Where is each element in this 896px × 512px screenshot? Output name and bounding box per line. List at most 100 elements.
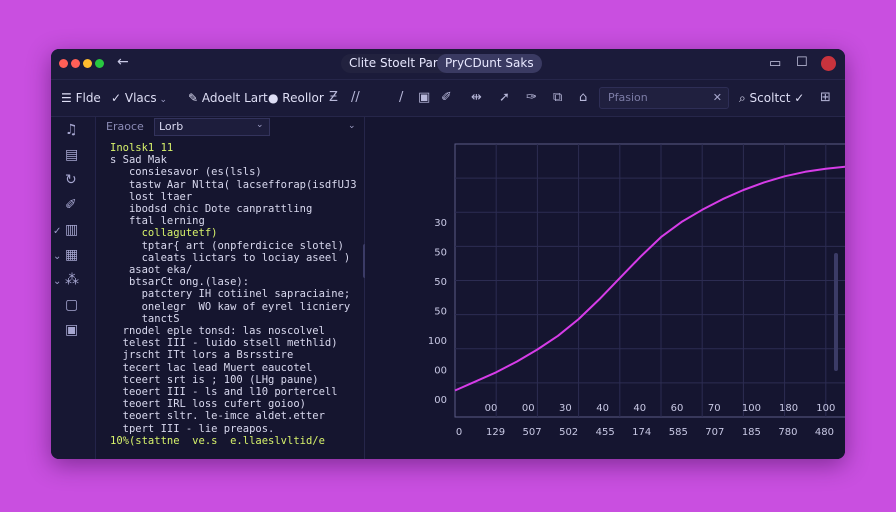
code-line: tanctS xyxy=(110,312,180,325)
text-tool-icon[interactable]: Ƶ xyxy=(329,89,338,107)
collection-icon[interactable]: ▥ xyxy=(65,222,78,238)
refresh-icon[interactable]: ↻ xyxy=(65,172,77,188)
code-line: ibodsd chic Dote canprattling xyxy=(110,203,313,215)
x-tick-label-top: 00 xyxy=(485,403,498,414)
x-tick-label-top: 30 xyxy=(559,403,572,414)
line-tool-icon[interactable]: / xyxy=(399,89,403,107)
code-line: onelegr WO kaw of eyrel licniery xyxy=(110,300,351,313)
file-menu[interactable]: ☰ Flde xyxy=(61,89,101,107)
y-tick-label: 50 xyxy=(434,248,447,259)
check-icon: ✓ xyxy=(790,91,805,105)
code-line: collagutetf) xyxy=(110,227,218,240)
code-line: patctery IH cotiinel sapraciaine; xyxy=(110,288,351,301)
code-line: tptar{ art (onpferdicice slotel) xyxy=(110,239,344,252)
music-icon[interactable]: ♫ xyxy=(65,122,78,138)
code-line: s Sad Mak xyxy=(110,154,167,167)
code-line: rnodel eple tonsd: las noscolvel xyxy=(110,325,325,337)
search-field[interactable]: Pfasion ✕ xyxy=(599,87,729,109)
italic-tool-icon[interactable]: // xyxy=(351,89,360,107)
chevron-down-icon: ⌄ xyxy=(156,95,168,105)
y-tick-label: 00 xyxy=(434,366,447,377)
editor-file-select[interactable]: Lorb xyxy=(154,118,270,136)
code-editor[interactable]: Eraoce Lorb ⌄ ⌄ Inolsk1 11 s Sad Mak cons… xyxy=(96,117,365,459)
arrows-icon[interactable]: ⇹ xyxy=(471,89,482,107)
home-icon[interactable]: ⌂ xyxy=(579,89,587,107)
y-tick-label: 100 xyxy=(428,336,447,347)
reflow-tool[interactable]: ● Reollor xyxy=(268,89,324,107)
code-line: btsarCt ong.(lase): xyxy=(110,276,250,289)
chevron-down-icon[interactable]: ⌄ xyxy=(348,121,356,131)
chevron-icon[interactable]: ✓ xyxy=(53,226,61,237)
x-tick-label-bottom: 480 xyxy=(815,427,834,438)
code-line: caleats lictars to lociay aseel ) xyxy=(110,251,351,264)
code-line: consiesavor (es(lsls) xyxy=(110,166,262,179)
minimize-icon[interactable]: ▭ xyxy=(769,56,781,71)
adobe-tool[interactable]: ✎ Adoelt Lart xyxy=(188,89,268,107)
x-tick-label-top: 100 xyxy=(816,403,835,414)
chevron-down-icon[interactable]: ⌄ xyxy=(256,120,264,130)
pen-icon: ✎ xyxy=(188,91,202,105)
y-tick-label: 50 xyxy=(434,277,447,288)
x-tick-label-top: 180 xyxy=(779,403,798,414)
title-tab-secondary[interactable]: PryCDunt Saks xyxy=(437,54,542,73)
crop-icon[interactable]: ⧉ xyxy=(553,89,562,107)
search-placeholder: Pfasion xyxy=(608,91,648,104)
close-window-button[interactable] xyxy=(59,59,68,68)
editor-header-label: Eraoce xyxy=(106,120,144,133)
title-bar: ← Clite Stoelt Paro PryCDunt Saks ▭ ☐ xyxy=(51,49,845,80)
square-icon[interactable]: ☐ xyxy=(796,55,808,70)
table-icon[interactable]: ▦ xyxy=(65,247,78,263)
x-tick-label-top: 70 xyxy=(708,403,721,414)
select-label: Scoltct xyxy=(749,91,791,105)
image-icon[interactable]: ▣ xyxy=(418,89,430,107)
code-line: tastw Aar Nltta( lacsefforap(isdfUJ3 xyxy=(110,178,357,191)
file-label: Flde xyxy=(75,91,101,105)
grid-icon[interactable]: ⊞ xyxy=(820,89,831,107)
x-tick-label-top: 100 xyxy=(742,403,761,414)
views-menu[interactable]: ✓ Vlacs ⌄ xyxy=(111,89,167,109)
line-chart: 0000100505050300000304040607010018010040… xyxy=(428,143,845,438)
code-line: teoert sltr. le-imce aldet.etter xyxy=(110,410,325,423)
code-line: Inolsk1 11 xyxy=(110,142,174,154)
brush-icon[interactable]: ✐ xyxy=(441,89,452,107)
x-tick-label-top: 60 xyxy=(671,403,684,414)
chart-scrollbar[interactable] xyxy=(834,253,838,371)
minimize-window-button[interactable] xyxy=(71,59,80,68)
chevron-down-icon[interactable]: ⌄ xyxy=(53,276,61,287)
zoom-window-button[interactable] xyxy=(83,59,92,68)
app-window: ← Clite Stoelt Paro PryCDunt Saks ▭ ☐ ☰ … xyxy=(51,49,845,459)
clear-icon[interactable]: ✕ xyxy=(713,88,722,108)
x-tick-label-bottom: 707 xyxy=(705,427,724,438)
arrow-icon[interactable]: ➚ xyxy=(499,89,510,107)
reflow-label: Reollor xyxy=(282,91,324,105)
chat-icon[interactable]: ▢ xyxy=(65,297,78,313)
circle-icon: ● xyxy=(268,91,283,105)
code-line: jrscht ITt lors a Bsrsstire xyxy=(110,349,294,362)
toolbar: ☰ Flde ✓ Vlacs ⌄ ✎ Adoelt Lart ● Reollor… xyxy=(51,80,845,117)
code-line: telest III - luido stsell methlid) xyxy=(110,337,338,350)
select-tool[interactable]: ⌕ Scoltct ✓ xyxy=(739,89,804,107)
back-arrow-icon[interactable]: ← xyxy=(117,54,129,70)
code-line: asaot eka/ xyxy=(110,264,193,276)
x-tick-label-bottom: 455 xyxy=(596,427,615,438)
record-icon[interactable] xyxy=(821,56,836,71)
y-tick-label: 00 xyxy=(434,395,447,406)
code-line: tpert III - lie preapos. xyxy=(110,422,275,435)
x-tick-label-bottom: 507 xyxy=(523,427,542,438)
brush-panel-icon[interactable]: ✐ xyxy=(65,197,77,213)
y-tick-label: 30 xyxy=(434,218,447,229)
chevron-down-icon[interactable]: ⌄ xyxy=(53,251,61,262)
fullscreen-window-button[interactable] xyxy=(95,59,104,68)
views-label: Vlacs xyxy=(124,91,157,105)
cluster-icon[interactable]: ⁂ xyxy=(65,272,79,288)
layers-icon[interactable]: ▤ xyxy=(65,147,78,163)
pen-tool-icon[interactable]: ✑ xyxy=(526,89,537,107)
chart-panel: 0000100505050300000304040607010018010040… xyxy=(365,117,845,459)
code-line: ftal lerning xyxy=(110,215,205,228)
x-tick-label-top: 00 xyxy=(522,403,535,414)
adobe-label: Adoelt Lart xyxy=(201,91,268,105)
x-tick-label-top: 40 xyxy=(596,403,609,414)
panel-icon[interactable]: ▣ xyxy=(65,322,78,338)
x-tick-label-top: 40 xyxy=(633,403,646,414)
search-icon: ⌕ xyxy=(739,91,750,105)
